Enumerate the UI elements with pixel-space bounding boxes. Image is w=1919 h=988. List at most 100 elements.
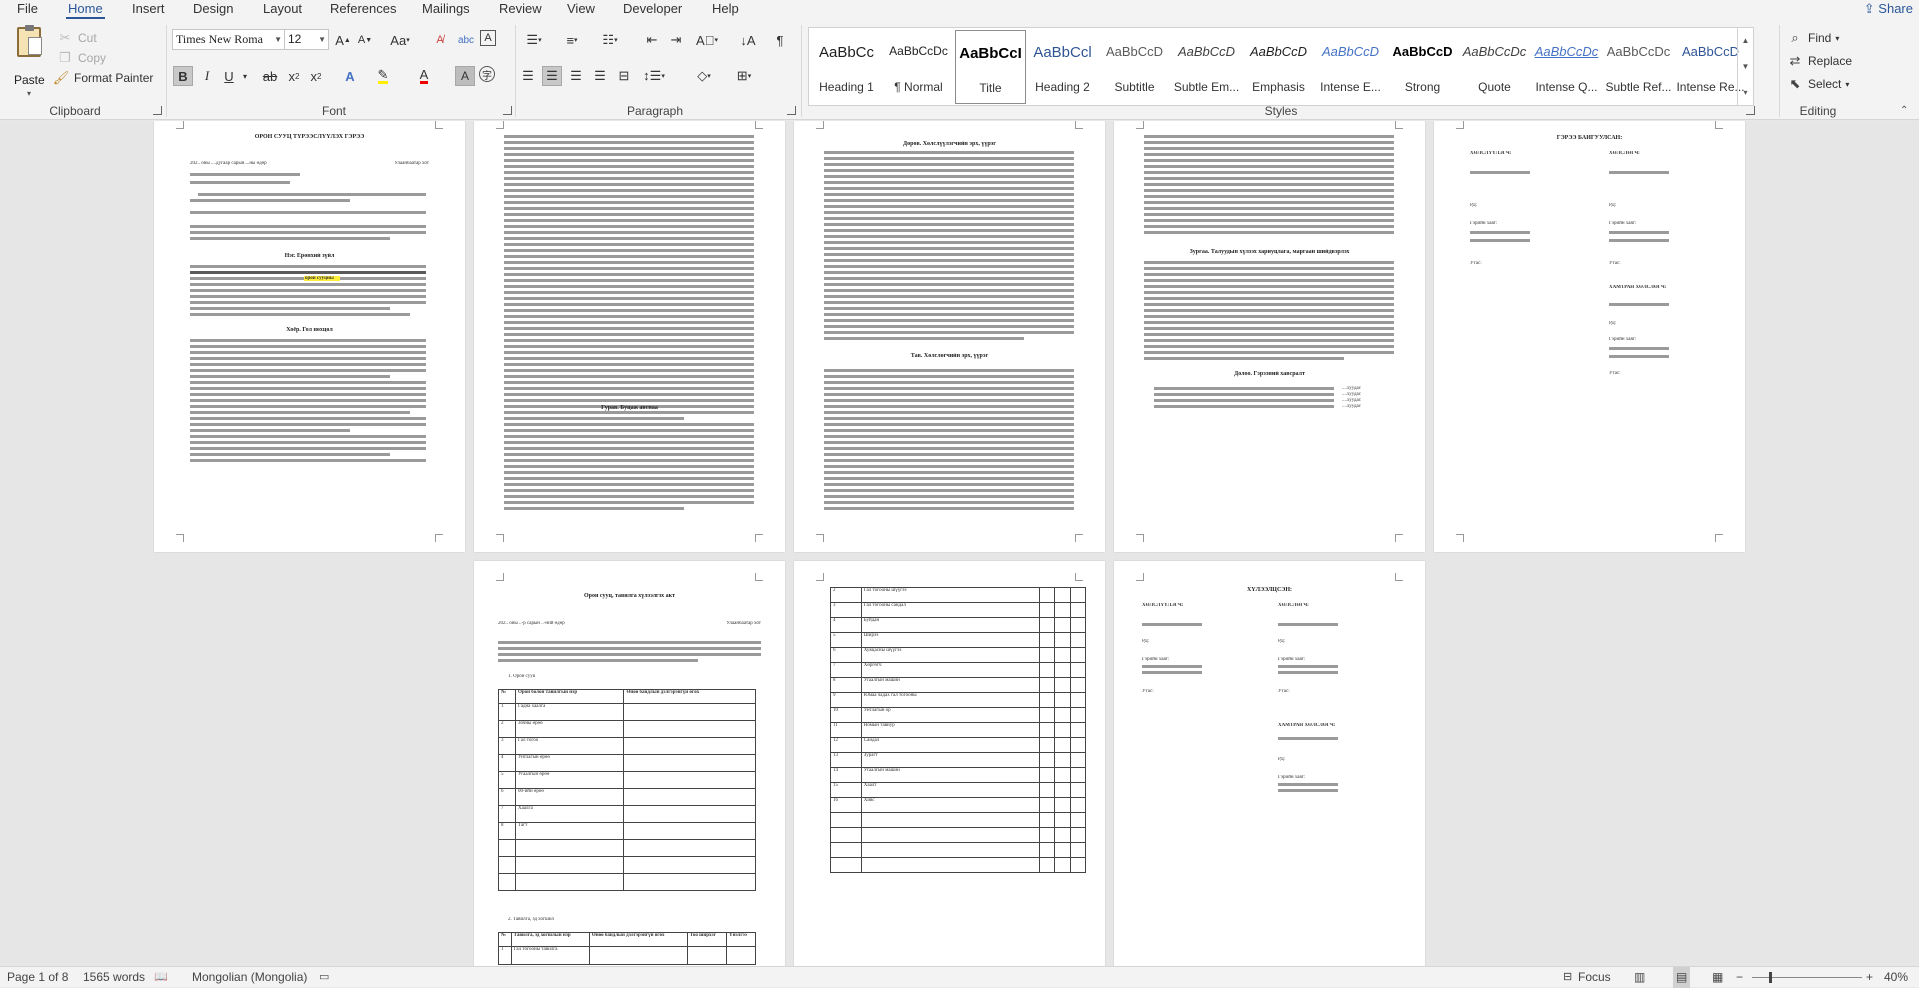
chevron-down-icon[interactable]: ▼ — [1738, 54, 1753, 79]
share-button[interactable]: ⇪ Share — [1864, 0, 1913, 18]
style-item[interactable]: AaBbCcI Title — [955, 30, 1026, 104]
change-case-icon[interactable]: Aa ▾ — [386, 30, 414, 50]
tab-review[interactable]: Review — [499, 0, 542, 19]
proofing-icon[interactable]: 📖 — [154, 967, 168, 988]
text-effects-icon[interactable]: A — [340, 66, 360, 86]
style-item[interactable]: AaBbCcD Strong — [1387, 30, 1458, 104]
superscript-icon[interactable]: x2 — [306, 66, 326, 86]
align-left-icon[interactable]: ☰ — [518, 66, 538, 86]
style-item[interactable]: AaBbCcD Intense Re... — [1675, 30, 1746, 104]
strikethrough-icon[interactable]: ab — [260, 66, 280, 86]
collapse-ribbon-icon[interactable]: ⌃ — [1900, 105, 1908, 116]
focus-button[interactable]: Focus — [1578, 967, 1611, 988]
shading-icon[interactable]: ◇ ▾ — [690, 66, 718, 86]
asian-layout-icon[interactable]: A⃒ ▾ — [694, 30, 720, 50]
document-area[interactable]: ОРОН СУУЦ ТҮРЭЭСЛҮҮЛЭХ ГЭРЭЭ 202.. оны .… — [0, 121, 1919, 966]
distributed-icon[interactable]: ⊟ — [614, 66, 634, 86]
more-styles-icon[interactable]: ▾ — [1738, 80, 1753, 105]
table-cell — [1069, 632, 1087, 648]
chevron-down-icon[interactable]: ▾ — [239, 66, 251, 86]
italic-button[interactable]: I — [197, 66, 217, 86]
font-family-select[interactable]: Times New Roma ▼ — [172, 29, 285, 50]
enclose-characters-icon[interactable]: 字 — [479, 66, 495, 82]
pilcrow-icon[interactable]: ¶ — [770, 30, 790, 50]
style-item[interactable]: AaBbCcDc Subtle Ref... — [1603, 30, 1674, 104]
read-mode-icon[interactable]: ▥ — [1634, 967, 1645, 988]
page-5[interactable]: ГЭРЭЭ БАЙГУУЛСАН: ХӨЛСЛҮҮЛЭГЧ: ХӨЛСЛӨГЧ:… — [1434, 121, 1745, 552]
style-item[interactable]: AaBbCcD Subtitle — [1099, 30, 1170, 104]
zoom-thumb[interactable] — [1769, 972, 1773, 983]
borders-icon[interactable]: ⊞ ▾ — [730, 66, 758, 86]
character-shading-icon[interactable]: A — [455, 66, 475, 86]
page-1[interactable]: ОРОН СУУЦ ТҮРЭЭСЛҮҮЛЭХ ГЭРЭЭ 202.. оны .… — [154, 121, 465, 552]
tab-insert[interactable]: Insert — [132, 0, 165, 19]
accessibility-icon[interactable]: ▭ — [319, 967, 329, 988]
tab-developer[interactable]: Developer — [623, 0, 682, 19]
web-layout-icon[interactable]: ▦ — [1712, 967, 1723, 988]
bullets-icon[interactable]: ☰ ▾ — [520, 30, 548, 50]
zoom-in-button[interactable]: + — [1866, 967, 1873, 988]
page-4[interactable]: Зургаа. Талуудын хүлээх хариуцлага, марг… — [1114, 121, 1425, 552]
sort-icon[interactable]: ↓A — [738, 30, 758, 50]
replace-button[interactable]: ⇄ Replace — [1786, 52, 1852, 70]
paste-button[interactable]: Paste ▾ — [10, 25, 50, 98]
style-item[interactable]: AaBbCcD Subtle Em... — [1171, 30, 1242, 104]
tab-layout[interactable]: Layout — [263, 0, 302, 19]
page-count[interactable]: Page 1 of 8 — [7, 967, 68, 988]
tab-view[interactable]: View — [567, 0, 595, 19]
word-count[interactable]: 1565 words — [83, 967, 145, 988]
style-item[interactable]: AaBbCcD Intense E... — [1315, 30, 1386, 104]
underline-button[interactable]: U — [219, 66, 239, 86]
focus-icon[interactable]: ⊟ — [1563, 967, 1572, 988]
language-indicator[interactable]: Mongolian (Mongolia) — [192, 967, 307, 988]
tab-mailings[interactable]: Mailings — [422, 0, 470, 19]
shrink-font-icon[interactable]: A ▼ — [355, 30, 375, 50]
justify-icon[interactable]: ☰ — [590, 66, 610, 86]
page-7[interactable]: 2 Гал тогооны шүүгээ 3 Гал тогооны сандал 4 Б… — [794, 561, 1105, 966]
tab-file[interactable]: File — [17, 0, 38, 19]
tab-home[interactable]: Home — [66, 0, 105, 19]
grow-font-icon[interactable]: A ▲ — [333, 30, 353, 50]
tab-help[interactable]: Help — [712, 0, 739, 19]
highlight-icon[interactable]: ✎ — [373, 66, 393, 86]
style-item[interactable]: AaBbCcDc Quote — [1459, 30, 1530, 104]
style-item[interactable]: AaBbCcDc ¶ Normal — [883, 30, 954, 104]
copy-button[interactable]: ❐ Copy — [56, 49, 106, 67]
increase-indent-icon[interactable]: ⇥ — [666, 30, 686, 50]
cut-button[interactable]: ✂ Cut — [56, 29, 97, 47]
font-color-icon[interactable]: A — [414, 66, 434, 86]
numbering-icon[interactable]: ≡ ▾ — [558, 30, 586, 50]
phonetic-guide-icon[interactable]: abc — [456, 30, 476, 50]
paragraph-launcher-icon[interactable] — [787, 106, 796, 115]
font-launcher-icon[interactable] — [503, 106, 512, 115]
format-painter-button[interactable]: 🖌 Format Painter — [52, 69, 154, 87]
print-layout-icon[interactable]: ▤ — [1673, 967, 1691, 988]
align-right-icon[interactable]: ☰ — [566, 66, 586, 86]
zoom-level[interactable]: 40% — [1884, 967, 1908, 988]
page-3[interactable]: Дөрөв. Хөлслүүлэгчийн эрх, үүрэг Тав. Хө… — [794, 121, 1105, 552]
styles-launcher-icon[interactable] — [1746, 106, 1755, 115]
character-border-icon[interactable]: A — [480, 30, 496, 46]
style-item[interactable]: AaBbCcD Emphasis — [1243, 30, 1314, 104]
page-8[interactable]: ХҮЛЭЭЛЦСЭН: ХӨЛСЛҮҮЛЭГЧ: ХӨЛСЛӨГЧ: РД: Р… — [1114, 561, 1425, 966]
clear-formatting-icon[interactable]: A̸ — [430, 30, 450, 50]
zoom-out-button[interactable]: − — [1736, 967, 1743, 988]
tab-design[interactable]: Design — [193, 0, 233, 19]
tab-references[interactable]: References — [330, 0, 396, 19]
multilevel-list-icon[interactable]: ☷ ▾ — [596, 30, 624, 50]
subscript-icon[interactable]: x2 — [284, 66, 304, 86]
clipboard-launcher-icon[interactable] — [153, 106, 162, 115]
decrease-indent-icon[interactable]: ⇤ — [642, 30, 662, 50]
style-item[interactable]: AaBbCcl Heading 2 — [1027, 30, 1098, 104]
select-button[interactable]: ⬉ Select ▾ — [1786, 75, 1850, 93]
find-button[interactable]: ⌕ Find ▾ — [1786, 29, 1839, 47]
bold-button[interactable]: B — [173, 66, 193, 86]
chevron-up-icon[interactable]: ▲ — [1738, 28, 1753, 53]
style-item[interactable]: AaBbCcDc Intense Q... — [1531, 30, 1602, 104]
page-6[interactable]: Орон сууц, тавилга хүлээлгэх акт 202.. о… — [474, 561, 785, 966]
page-2[interactable]: Гурав. Буцаж авснаа — [474, 121, 785, 552]
line-spacing-icon[interactable]: ↕☰ ▾ — [640, 66, 668, 86]
font-size-select[interactable]: 12 ▼ — [284, 29, 329, 50]
style-item[interactable]: AaBbCc Heading 1 — [811, 30, 882, 104]
align-center-icon[interactable]: ☰ — [542, 66, 562, 86]
